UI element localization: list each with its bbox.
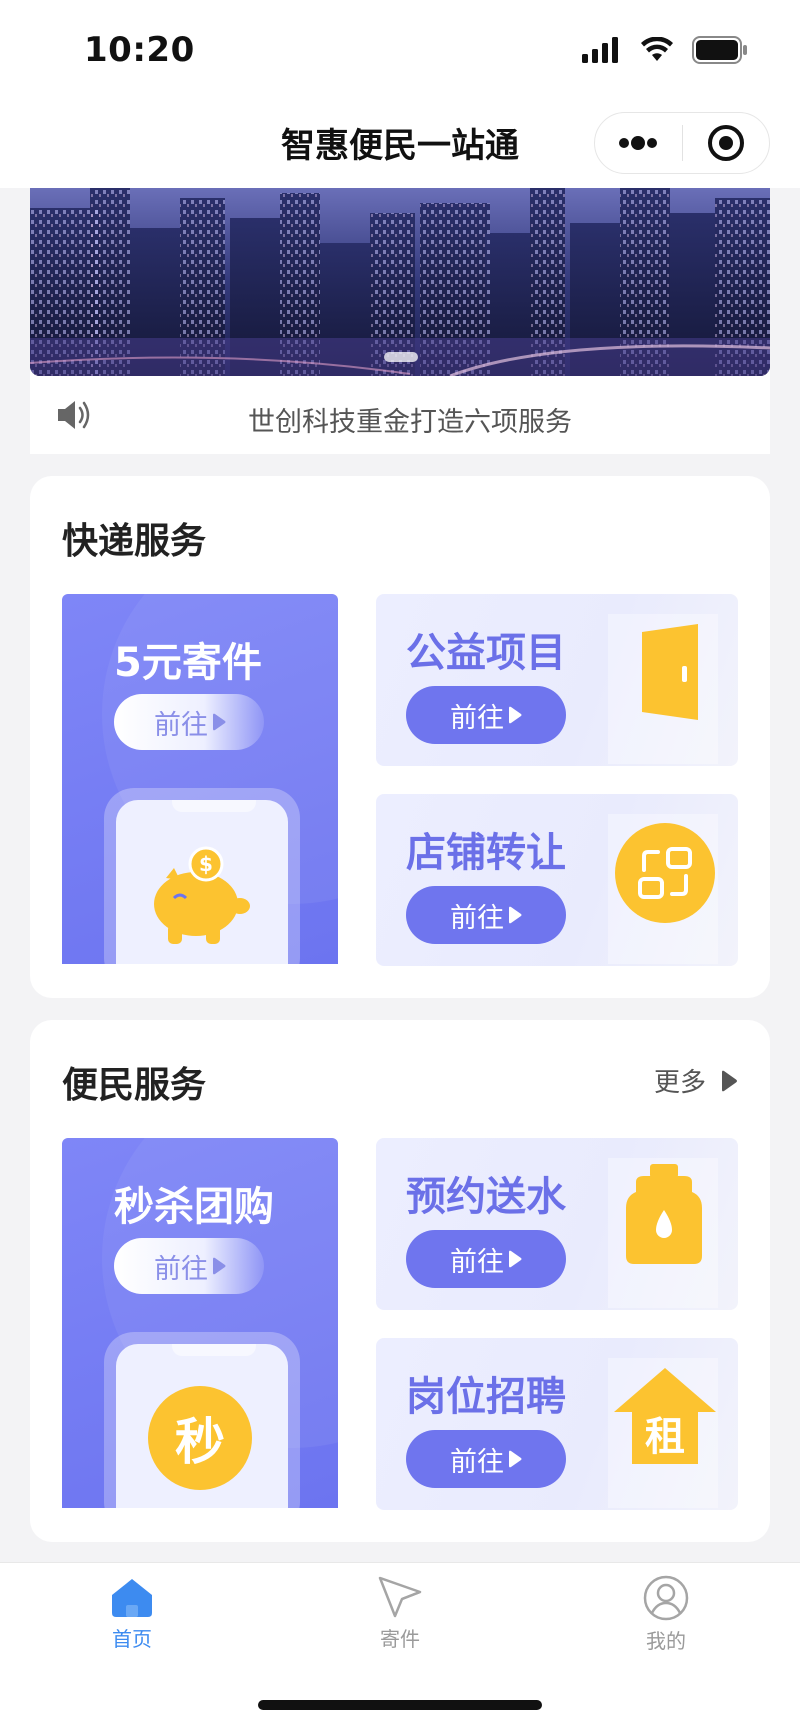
banner-carousel[interactable] xyxy=(30,188,770,376)
mini-program-capsule xyxy=(594,112,770,174)
go-button-label: 前往 xyxy=(450,1446,504,1478)
shop-transfer-tile[interactable]: 店铺转让 前往 xyxy=(376,794,738,966)
more-menu-button[interactable] xyxy=(595,113,682,173)
tab-send-label: 寄件 xyxy=(380,1627,420,1651)
water-delivery-go-button[interactable]: 前往 xyxy=(406,1230,566,1288)
more-link[interactable]: 更多 xyxy=(654,1062,738,1099)
wifi-icon xyxy=(641,37,673,61)
send-icon xyxy=(378,1576,422,1618)
piggy-bank-icon: $ xyxy=(154,846,250,944)
tab-home[interactable]: 首页 xyxy=(72,1575,192,1652)
phone-illustration: 秒 xyxy=(104,1332,300,1508)
transfer-icon xyxy=(615,823,715,923)
express-big-tile-title: 5元寄件 xyxy=(114,640,262,686)
go-button-label: 前往 xyxy=(154,1253,208,1285)
express-services-title: 快递服务 xyxy=(62,521,207,562)
charity-project-go-button[interactable]: 前往 xyxy=(406,686,566,744)
svg-text:$: $ xyxy=(199,852,213,876)
play-arrow-icon xyxy=(509,906,522,924)
close-mini-program-button[interactable] xyxy=(683,113,770,173)
signal-icon xyxy=(582,37,618,63)
more-link-label: 更多 xyxy=(653,1068,706,1098)
play-arrow-icon xyxy=(213,1257,226,1275)
flash-sale-badge-text: 秒 xyxy=(175,1413,225,1471)
house-icon: 租 xyxy=(614,1368,716,1464)
more-dots-icon xyxy=(619,136,658,150)
go-button-label: 前往 xyxy=(154,709,208,741)
express-big-tile[interactable]: 5元寄件 前往 $ xyxy=(62,594,338,964)
phone-illustration: $ xyxy=(104,788,300,964)
convenience-services-title: 便民服务 xyxy=(62,1065,207,1106)
shop-transfer-title: 店铺转让 xyxy=(406,830,566,876)
play-arrow-icon xyxy=(509,706,522,724)
flash-sale-go-button[interactable]: 前往 xyxy=(114,1238,264,1294)
play-arrow-icon xyxy=(509,1250,522,1268)
target-close-icon xyxy=(707,125,744,161)
tab-profile-label: 我的 xyxy=(646,1629,686,1653)
notice-bar[interactable]: 世创科技重金打造六项服务 xyxy=(30,376,770,454)
home-icon xyxy=(112,1579,152,1617)
battery-icon xyxy=(692,36,747,64)
job-recruitment-title: 岗位招聘 xyxy=(406,1374,566,1420)
status-bar: 10:20 xyxy=(0,0,800,100)
shop-transfer-go-button[interactable]: 前往 xyxy=(406,886,566,944)
carousel-indicator xyxy=(384,352,418,362)
go-button-label: 前往 xyxy=(450,902,504,934)
nav-bar: 智惠便民一站通 xyxy=(0,100,800,188)
job-recruitment-tile[interactable]: 岗位招聘 前往 租 xyxy=(376,1338,738,1510)
charity-project-title: 公益项目 xyxy=(406,630,566,676)
water-delivery-tile[interactable]: 预约送水 前往 xyxy=(376,1138,738,1310)
job-recruitment-go-button[interactable]: 前往 xyxy=(406,1430,566,1488)
notice-text: 世创科技重金打造六项服务 xyxy=(248,407,572,438)
tab-profile[interactable]: 我的 xyxy=(606,1575,726,1654)
house-icon-text: 租 xyxy=(645,1414,685,1460)
tab-home-label: 首页 xyxy=(112,1627,152,1651)
banner-section: 世创科技重金打造六项服务 xyxy=(30,188,770,454)
play-arrow-icon xyxy=(213,713,226,731)
water-bottle-icon xyxy=(626,1164,702,1264)
express-services-card: 快递服务 5元寄件 前往 $ 公益项目 前往 店铺转让 前往 xyxy=(30,476,770,998)
play-arrow-icon xyxy=(722,1070,737,1091)
flash-sale-tile[interactable]: 秒杀团购 前往 秒 xyxy=(62,1138,338,1508)
home-indicator xyxy=(258,1700,542,1710)
door-icon xyxy=(642,624,698,720)
status-time: 10:20 xyxy=(84,30,195,70)
profile-icon xyxy=(643,1575,689,1621)
express-big-go-button[interactable]: 前往 xyxy=(114,694,264,750)
tab-send[interactable]: 寄件 xyxy=(340,1575,460,1652)
city-skyline-image xyxy=(30,188,770,376)
go-button-label: 前往 xyxy=(450,1246,504,1278)
flash-sale-badge: 秒 xyxy=(148,1386,252,1490)
charity-project-tile[interactable]: 公益项目 前往 xyxy=(376,594,738,766)
go-button-label: 前往 xyxy=(450,702,504,734)
play-arrow-icon xyxy=(509,1450,522,1468)
flash-sale-title: 秒杀团购 xyxy=(114,1184,274,1230)
convenience-services-card: 便民服务 更多 秒杀团购 前往 秒 预约送水 前往 岗位招聘 前往 租 xyxy=(30,1020,770,1542)
water-delivery-title: 预约送水 xyxy=(406,1174,566,1220)
